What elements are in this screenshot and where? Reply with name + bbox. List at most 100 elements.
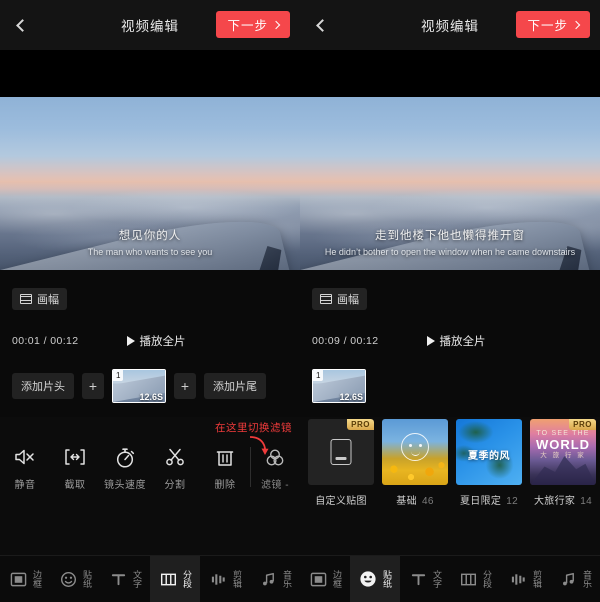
sticker-card-summer-overlay: 夏季的风 bbox=[468, 451, 510, 463]
nav-label-sticker-right: 贴纸 bbox=[382, 570, 392, 588]
tool-mute[interactable]: 静音 bbox=[0, 445, 50, 491]
next-step-button-right[interactable]: 下一步 bbox=[516, 11, 590, 38]
back-button-left[interactable] bbox=[0, 0, 40, 50]
nav-label-segment-left: 分段 bbox=[182, 570, 192, 588]
sticker-card-custom[interactable]: PRO 自定义贴图 bbox=[308, 419, 374, 507]
tool-delete-label: 删除 bbox=[214, 480, 236, 491]
nav-item-music-left[interactable]: 音乐 bbox=[250, 556, 300, 602]
nav-label-text-right: 文字 bbox=[432, 570, 442, 588]
sticker-card-basic[interactable]: 基础 46 bbox=[382, 419, 448, 507]
sticker-card-basic-name: 基础 bbox=[396, 496, 417, 507]
nav-item-clip-left[interactable]: 剪辑 bbox=[200, 556, 250, 602]
add-outro-button[interactable]: 添加片尾 bbox=[204, 373, 266, 399]
video-preview-left[interactable]: 想见你的人 The man who wants to see you bbox=[0, 97, 300, 270]
clip-duration-label-right: 12.6S bbox=[339, 392, 363, 402]
time-code-right: 00:09 / 00:12 bbox=[312, 335, 379, 347]
subtitle-block-left: 想见你的人 The man who wants to see you bbox=[0, 227, 300, 257]
chevron-left-icon-right bbox=[315, 18, 329, 32]
chevron-right-icon bbox=[271, 20, 281, 29]
tool-split[interactable]: 分割 bbox=[150, 445, 200, 491]
mute-icon bbox=[13, 445, 37, 469]
bottom-nav-left: 边框 贴纸 文字 分段 剪辑 音乐 bbox=[0, 555, 300, 602]
frame-icon bbox=[8, 569, 28, 589]
nav-label-text-left: 文字 bbox=[132, 570, 142, 588]
tool-filter[interactable]: 滤镜 - bbox=[250, 445, 300, 491]
clip-icon bbox=[208, 569, 228, 589]
sticker-icon-right bbox=[358, 569, 378, 589]
clip-thumbnail-right[interactable]: 1 12.6S bbox=[312, 369, 366, 403]
sticker-card-custom-name: 自定义贴图 bbox=[315, 496, 367, 507]
app-screen: 视频编辑 下一步 想见你的人 The man who wants to see … bbox=[0, 0, 600, 602]
sticker-card-traveler[interactable]: PRO TO SEE THE WORLD 大 旅 行 家 大旅行家 14 bbox=[530, 419, 596, 507]
clip-strip-left: 添加片头 + 1 12.6S + 添加片尾 bbox=[0, 355, 300, 417]
tool-crop-label: 截取 bbox=[64, 480, 86, 491]
chevron-right-icon-right bbox=[571, 20, 581, 29]
sticker-card-traveler-image: PRO TO SEE THE WORLD 大 旅 行 家 bbox=[530, 419, 596, 485]
back-button-right[interactable] bbox=[300, 0, 340, 50]
sticker-card-basic-image bbox=[382, 419, 448, 485]
bottom-nav-right: 边框 贴纸 文字 分段 剪辑 音乐 bbox=[300, 555, 600, 602]
nav-label-frame-left: 边框 bbox=[32, 570, 42, 588]
frame-icon-right bbox=[308, 569, 328, 589]
add-intro-button[interactable]: 添加片头 bbox=[12, 373, 74, 399]
aspect-ratio-button-left[interactable]: 画幅 bbox=[12, 287, 67, 310]
nav-item-segment-right[interactable]: 分段 bbox=[450, 556, 500, 602]
sticker-card-traveler-name: 大旅行家 bbox=[533, 496, 576, 507]
clip-thumbnail-left[interactable]: 1 12.6S bbox=[112, 369, 166, 403]
nav-item-text-right[interactable]: 文字 bbox=[400, 556, 450, 602]
sticker-card-summer-image: 夏季的风 bbox=[456, 419, 522, 485]
nav-label-music-right: 音乐 bbox=[582, 570, 592, 588]
sticker-card-traveler-label: 大旅行家 14 bbox=[534, 492, 592, 507]
add-clip-before-button[interactable]: + bbox=[82, 373, 104, 399]
pro-badge-traveler: PRO bbox=[569, 419, 596, 430]
time-row-right: 00:09 / 00:12 播放全片 bbox=[300, 327, 600, 355]
tool-speed[interactable]: 镜头速度 bbox=[100, 445, 150, 491]
clip-strip-right: 1 12.6S bbox=[300, 355, 600, 417]
play-all-label-left: 播放全片 bbox=[139, 336, 186, 348]
nav-item-sticker-right[interactable]: 贴纸 bbox=[350, 556, 400, 602]
nav-item-clip-right[interactable]: 剪辑 bbox=[500, 556, 550, 602]
tool-delete[interactable]: 删除 bbox=[200, 445, 250, 491]
trash-icon bbox=[214, 445, 236, 469]
crop-icon bbox=[63, 445, 87, 469]
aspect-bar-right: 画幅 bbox=[300, 270, 600, 327]
add-clip-after-button[interactable]: + bbox=[174, 373, 196, 399]
sticker-card-summer-name: 夏日限定 bbox=[459, 496, 502, 507]
nav-label-clip-left: 剪辑 bbox=[232, 570, 242, 588]
filter-annotation-text: 在这里切换滤镜 bbox=[215, 422, 292, 434]
clip-index-badge-left: 1 bbox=[113, 370, 124, 381]
tool-crop[interactable]: 截取 bbox=[50, 445, 100, 491]
nav-item-text-left[interactable]: 文字 bbox=[100, 556, 150, 602]
nav-item-sticker-left[interactable]: 贴纸 bbox=[50, 556, 100, 602]
video-preview-right[interactable]: 走到他楼下他也懒得推开窗 He didn’t bother to open th… bbox=[300, 97, 600, 270]
nav-label-segment-right: 分段 bbox=[482, 570, 492, 588]
segment-icon-right bbox=[458, 569, 478, 589]
nav-label-frame-right: 边框 bbox=[332, 570, 342, 588]
sticker-card-summer-count: 12 bbox=[506, 496, 519, 507]
subtitle-chinese-right: 走到他楼下他也懒得推开窗 bbox=[375, 230, 525, 242]
nav-item-music-right[interactable]: 音乐 bbox=[550, 556, 600, 602]
clip-index-badge-right: 1 bbox=[313, 370, 324, 381]
filter-icon bbox=[263, 445, 287, 469]
split-icon bbox=[163, 445, 187, 469]
sticker-card-summer[interactable]: 夏季的风 夏日限定 12 bbox=[456, 419, 522, 507]
text-icon-right bbox=[408, 569, 428, 589]
subtitle-english-right: He didn’t bother to open the window when… bbox=[324, 247, 576, 257]
aspect-ratio-icon-right bbox=[320, 293, 332, 304]
next-step-label-left: 下一步 bbox=[227, 19, 268, 33]
segment-icon bbox=[158, 569, 178, 589]
sticker-icon bbox=[58, 569, 78, 589]
nav-item-segment-left[interactable]: 分段 bbox=[150, 556, 200, 602]
header-bar-right: 视频编辑 下一步 bbox=[300, 0, 600, 50]
chevron-left-icon bbox=[15, 18, 29, 32]
aspect-ratio-button-right[interactable]: 画幅 bbox=[312, 287, 367, 310]
nav-item-frame-right[interactable]: 边框 bbox=[300, 556, 350, 602]
clip-icon-right bbox=[508, 569, 528, 589]
nav-label-clip-right: 剪辑 bbox=[532, 570, 542, 588]
tool-mute-label: 静音 bbox=[14, 480, 36, 491]
next-step-button-left[interactable]: 下一步 bbox=[216, 11, 290, 38]
play-all-button-right[interactable]: 播放全片 bbox=[426, 333, 486, 349]
play-all-button-left[interactable]: 播放全片 bbox=[126, 333, 186, 349]
custom-sticker-icon bbox=[330, 439, 352, 465]
nav-item-frame-left[interactable]: 边框 bbox=[0, 556, 50, 602]
